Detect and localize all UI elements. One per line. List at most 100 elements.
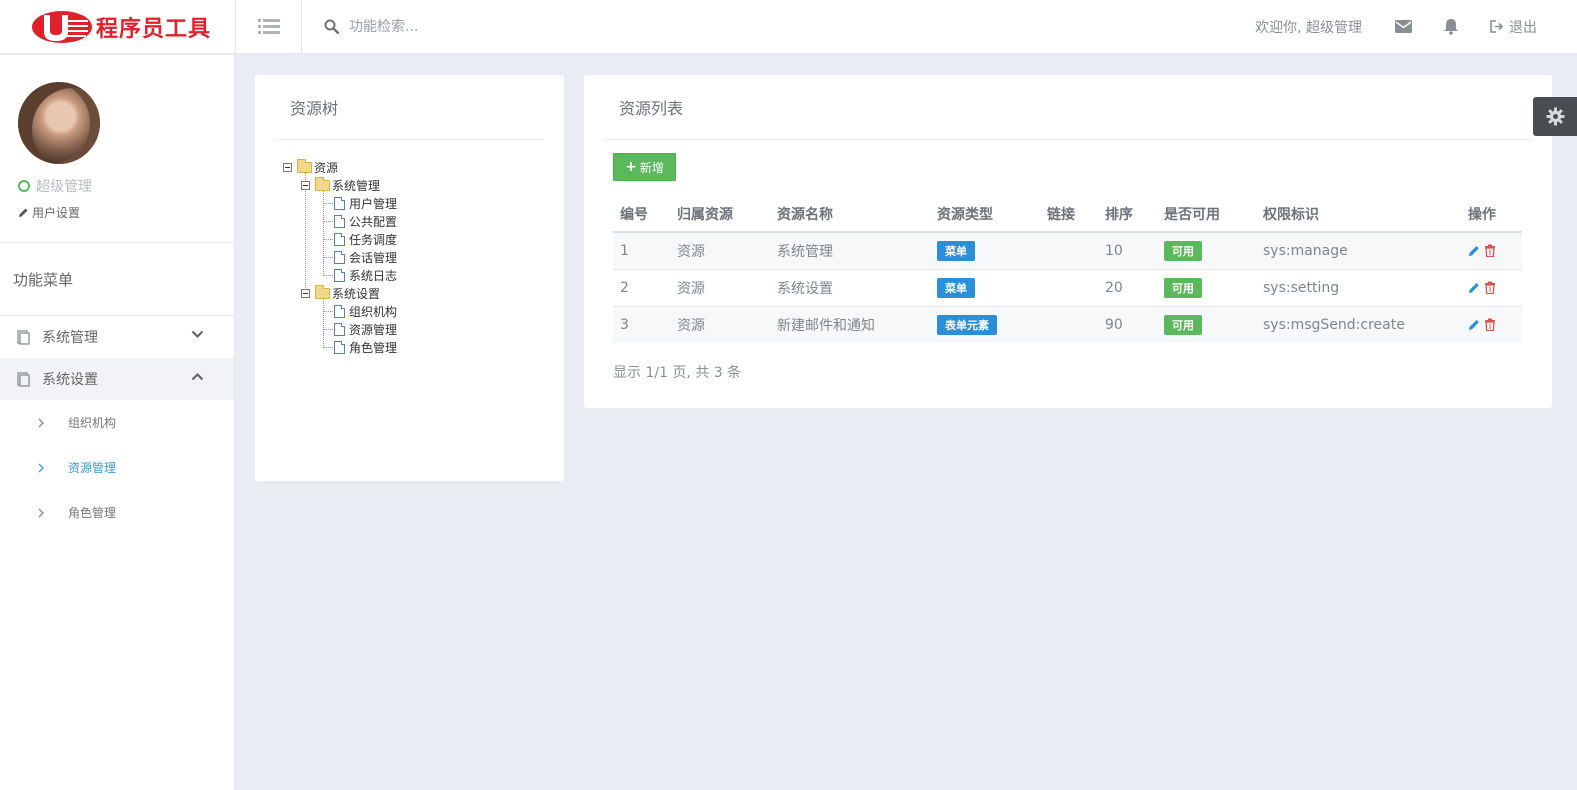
document-icon <box>17 371 30 387</box>
cell-name: 新建邮件和通知 <box>770 305 930 343</box>
tree-node-label: 系统设置 <box>332 286 381 301</box>
tree-node-label: 会话管理 <box>349 250 398 265</box>
tree-node-label: 资源管理 <box>349 322 398 337</box>
sidebar-item-system-manage[interactable]: 系统管理 <box>0 316 234 358</box>
sidebar: 超级管理 用户设置 功能菜单 系统管理 系统设置 组织机构 资源管理 角色管理 <box>0 55 235 790</box>
top-header: 程序员工具 欢迎你, 超级管理 退出 <box>0 0 1577 54</box>
envelope-icon[interactable] <box>1394 18 1412 36</box>
tree-node-label: 系统管理 <box>332 178 381 193</box>
tree-node-sys-log[interactable]: 系统日志 <box>334 266 397 284</box>
tree-node-sys-manage[interactable]: 系统管理 <box>301 176 397 194</box>
sidebar-subitem-label: 资源管理 <box>68 461 117 475</box>
tree-node-label: 资源 <box>314 160 339 175</box>
table-row[interactable]: 1 资源 系统管理 菜单 10 可用 sys:manage <box>613 231 1522 269</box>
gear-icon <box>1545 107 1565 126</box>
file-icon <box>334 196 345 210</box>
add-button-label: 新增 <box>639 160 664 175</box>
chevron-right-icon <box>38 418 44 427</box>
folder-icon <box>315 284 330 299</box>
cell-parent: 资源 <box>670 231 770 269</box>
logout-label: 退出 <box>1509 19 1537 36</box>
cell-enabled: 可用 <box>1157 268 1256 306</box>
delete-trash-icon[interactable] <box>1484 244 1496 258</box>
tree-node-task-schedule[interactable]: 任务调度 <box>334 230 397 248</box>
collapse-toggle-icon[interactable] <box>283 162 292 172</box>
cell-perm: sys:msgSend:create <box>1256 305 1461 343</box>
file-icon <box>334 268 345 282</box>
document-icon <box>17 329 30 345</box>
card-title: 资源列表 <box>604 75 1532 140</box>
cell-id: 2 <box>613 268 670 306</box>
delete-trash-icon[interactable] <box>1484 281 1496 294</box>
column-header[interactable]: 排序 <box>1098 197 1157 233</box>
search-input[interactable] <box>349 18 649 35</box>
column-header[interactable]: 资源类型 <box>930 197 1040 233</box>
settings-toggle-button[interactable] <box>1533 97 1577 136</box>
column-header[interactable]: 资源名称 <box>770 197 930 233</box>
add-button[interactable]: + 新增 <box>613 153 676 181</box>
sidebar-item-label: 系统管理 <box>42 330 98 346</box>
edit-pencil-icon[interactable] <box>1468 281 1480 294</box>
sidebar-subitem-role[interactable]: 角色管理 <box>0 490 234 535</box>
search-bar <box>302 0 1255 54</box>
delete-trash-icon[interactable] <box>1484 318 1496 332</box>
cell-type: 表单元素 <box>930 305 1040 343</box>
logout-button[interactable]: 退出 <box>1490 17 1537 37</box>
sidebar-subitem-label: 组织机构 <box>68 416 117 430</box>
column-header[interactable]: 编号 <box>613 197 670 233</box>
cell-id: 1 <box>613 231 670 269</box>
column-header[interactable]: 链接 <box>1040 197 1098 233</box>
edit-pencil-icon[interactable] <box>1468 244 1480 257</box>
collapse-toggle-icon[interactable] <box>301 180 310 190</box>
resource-table: 编号 归属资源 资源名称 资源类型 链接 排序 是否可用 权限标识 操作 1 资… <box>613 197 1522 343</box>
column-header[interactable]: 归属资源 <box>670 197 770 233</box>
column-header[interactable]: 是否可用 <box>1157 197 1256 233</box>
edit-pencil-icon[interactable] <box>1468 318 1480 331</box>
cell-type: 菜单 <box>930 268 1040 306</box>
cell-perm: sys:manage <box>1256 231 1461 269</box>
avatar[interactable] <box>18 82 100 164</box>
table-row[interactable]: 3 资源 新建邮件和通知 表单元素 90 可用 sys:msgSend:crea… <box>613 305 1522 343</box>
sidebar-subitem-org[interactable]: 组织机构 <box>0 400 234 445</box>
user-settings-link[interactable]: 用户设置 <box>18 204 234 221</box>
tree-node-public-config[interactable]: 公共配置 <box>334 212 397 230</box>
column-header[interactable]: 权限标识 <box>1256 197 1461 233</box>
status-badge: 可用 <box>1164 314 1202 335</box>
sidebar-item-system-setting[interactable]: 系统设置 <box>0 358 234 400</box>
file-icon <box>334 250 345 264</box>
folder-icon <box>315 176 330 191</box>
bell-icon[interactable] <box>1442 18 1460 36</box>
logo[interactable]: 程序员工具 <box>0 0 236 54</box>
sidebar-item-label: 系统设置 <box>42 372 98 388</box>
tree-node-resource-manage[interactable]: 资源管理 <box>334 320 397 338</box>
logo-text: 程序员工具 <box>96 16 212 42</box>
cell-name: 系统管理 <box>770 231 930 269</box>
user-status: 超级管理 <box>18 176 234 196</box>
cell-sort: 20 <box>1098 268 1157 306</box>
chevron-down-icon <box>191 330 204 339</box>
table-row[interactable]: 2 资源 系统设置 菜单 20 可用 sys:setting <box>613 268 1522 306</box>
status-badge: 可用 <box>1164 240 1202 261</box>
sidebar-subitem-resource[interactable]: 资源管理 <box>0 445 234 490</box>
pencil-icon <box>19 208 28 217</box>
type-badge: 菜单 <box>937 240 975 261</box>
tree-node-session-manage[interactable]: 会话管理 <box>334 248 397 266</box>
chevron-right-icon <box>38 463 44 472</box>
type-badge: 菜单 <box>937 277 975 298</box>
cell-enabled: 可用 <box>1157 231 1256 269</box>
file-icon <box>334 232 345 246</box>
tree-node-root[interactable]: 资源 <box>283 158 397 176</box>
cell-sort: 10 <box>1098 231 1157 269</box>
collapse-toggle-icon[interactable] <box>301 288 310 298</box>
cell-id: 3 <box>613 305 670 343</box>
plus-icon: + <box>625 159 637 175</box>
pagination-info: 显示 1/1 页, 共 3 条 <box>613 365 742 381</box>
tree-node-role-manage[interactable]: 角色管理 <box>334 338 397 356</box>
tree-node-user-manage[interactable]: 用户管理 <box>334 194 397 212</box>
sidebar-subitem-label: 角色管理 <box>68 506 117 520</box>
tree-node-org[interactable]: 组织机构 <box>334 302 397 320</box>
menu-toggle-button[interactable] <box>236 0 302 54</box>
resource-tree: 资源 系统管理 用户管理 公共配置 任务调度 会话管理 系统日志 系统设置 组织… <box>283 158 397 356</box>
welcome-text: 欢迎你, 超级管理 <box>1255 19 1362 36</box>
tree-node-sys-setting[interactable]: 系统设置 <box>301 284 397 302</box>
